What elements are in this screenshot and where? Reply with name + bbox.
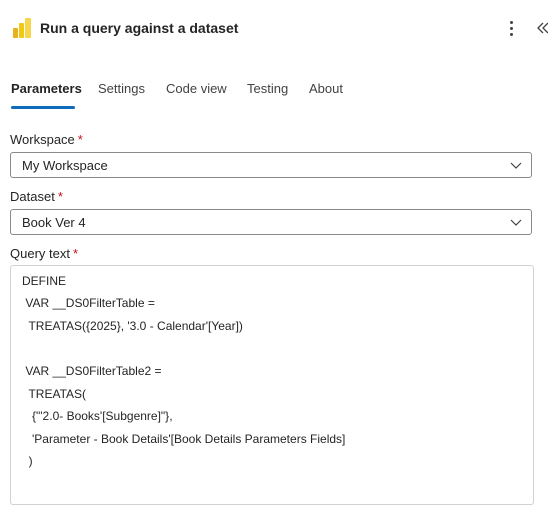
tab-parameters[interactable]: Parameters [11,81,82,96]
tab-bar: Parameters Settings Code view Testing Ab… [0,78,548,110]
query-line: TREATAS( [22,387,87,401]
double-chevron-left-icon[interactable] [536,20,548,36]
query-line: {"'2.0- Books'[Subgenre]"}, [22,409,173,423]
page-title: Run a query against a dataset [40,20,239,36]
query-line: 'Parameter - Book Details'[Book Details … [22,432,346,446]
power-bi-icon [13,18,31,38]
required-marker: * [77,132,83,147]
more-vertical-icon[interactable] [504,17,520,39]
dataset-label: Dataset * [10,189,63,204]
query-text-label-text: Query text [10,246,70,261]
query-line: VAR __DS0FilterTable = [22,296,155,310]
dataset-label-text: Dataset [10,189,55,204]
dataset-dropdown[interactable]: Book Ver 4 [10,209,532,235]
active-tab-indicator [11,106,75,109]
workspace-value: My Workspace [22,158,108,173]
query-line: ) [22,454,33,468]
required-marker: * [57,189,63,204]
dataset-value: Book Ver 4 [22,215,86,230]
chevron-down-icon [510,162,522,169]
workspace-dropdown[interactable]: My Workspace [10,152,532,178]
tab-testing[interactable]: Testing [247,81,288,96]
query-line: DEFINE [22,274,67,288]
workspace-label: Workspace * [10,132,83,147]
query-text-label: Query text * [10,246,78,261]
query-line: VAR __DS0FilterTable2 = [22,364,162,378]
query-line: TREATAS({2025}, '3.0 - Calendar'[Year]) [22,319,243,333]
required-marker: * [72,246,79,261]
workspace-label-text: Workspace [10,132,75,147]
query-text-editor[interactable]: DEFINE VAR __DS0FilterTable = TREATAS({2… [10,265,534,505]
tab-settings[interactable]: Settings [98,81,145,96]
tab-about[interactable]: About [309,81,343,96]
chevron-down-icon [510,219,522,226]
header: Run a query against a dataset [0,0,548,56]
tab-code-view[interactable]: Code view [166,81,227,96]
